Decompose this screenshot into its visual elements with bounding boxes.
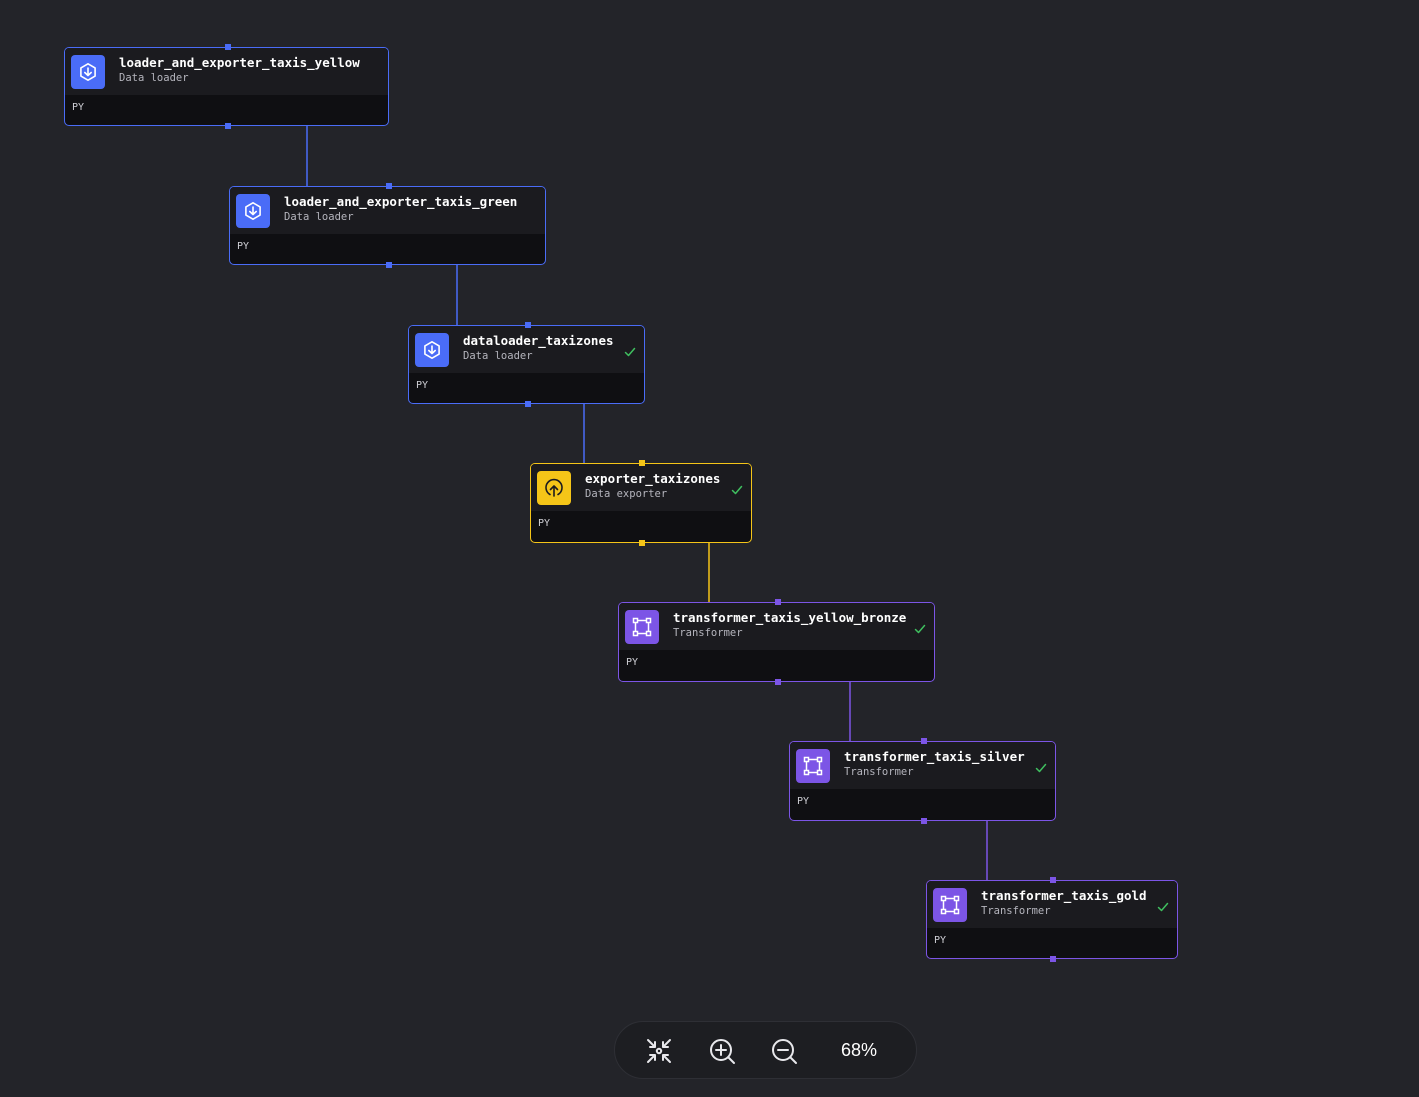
block-language: PY (797, 796, 810, 807)
block-language: PY (72, 102, 85, 113)
zoom-level: 68% (841, 1040, 878, 1060)
upload-icon (537, 471, 571, 505)
block-language: PY (237, 241, 250, 252)
block-title: loader_and_exporter_taxis_yellow (119, 55, 360, 70)
output-port[interactable] (224, 123, 231, 129)
zoom-in-icon (710, 1039, 735, 1064)
input-port[interactable] (224, 44, 231, 50)
block-language: PY (934, 935, 947, 946)
input-port[interactable] (1050, 877, 1056, 883)
success-check-icon (1035, 759, 1047, 773)
block-loader-and-exporter-taxis-yellow[interactable]: loader_and_exporter_taxis_yellow Data lo… (64, 44, 389, 129)
block-title: transformer_taxis_silver (844, 749, 1025, 764)
block-type: Transformer (673, 627, 743, 639)
block-loader-and-exporter-taxis-green[interactable]: loader_and_exporter_taxis_green Data loa… (229, 183, 546, 268)
dependency-edges (306, 126, 988, 880)
success-check-icon (624, 343, 636, 357)
output-port[interactable] (1050, 956, 1056, 962)
zoom-out-icon (772, 1039, 797, 1064)
block-language: PY (626, 657, 639, 668)
output-port[interactable] (920, 818, 927, 824)
block-title: exporter_taxizones (585, 471, 721, 486)
block-title: transformer_taxis_gold (981, 888, 1147, 903)
input-port[interactable] (385, 183, 392, 189)
block-title: transformer_taxis_yellow_bronze (673, 610, 907, 625)
block-transformer-taxis-silver[interactable]: transformer_taxis_silver Transformer PY (789, 738, 1056, 824)
zoom-controls: 68% (614, 1021, 917, 1079)
fit-view-button[interactable] (643, 1035, 675, 1067)
zoom-out-button[interactable] (768, 1035, 800, 1067)
pipeline-canvas[interactable]: loader_and_exporter_taxis_yellow Data lo… (0, 0, 1419, 1097)
block-transformer-taxis-yellow-bronze[interactable]: transformer_taxis_yellow_bronze Transfor… (618, 599, 935, 685)
block-transformer-taxis-gold[interactable]: transformer_taxis_gold Transformer PY (926, 877, 1178, 962)
fit-view-icon (647, 1039, 671, 1063)
block-dataloader-taxizones[interactable]: dataloader_taxizones Data loader PY (408, 322, 645, 407)
download-icon (71, 55, 105, 89)
input-port[interactable] (524, 322, 531, 328)
input-port[interactable] (920, 738, 927, 744)
download-icon (415, 333, 449, 367)
input-port[interactable] (774, 599, 781, 605)
input-port[interactable] (639, 460, 645, 466)
block-exporter-taxizones[interactable]: exporter_taxizones Data exporter PY (530, 460, 752, 546)
block-title: loader_and_exporter_taxis_green (284, 194, 518, 209)
transform-icon (933, 888, 967, 922)
block-type: Data loader (284, 211, 354, 223)
download-icon (236, 194, 270, 228)
zoom-in-button[interactable] (706, 1035, 738, 1067)
block-type: Data loader (463, 350, 533, 362)
block-type: Data exporter (585, 488, 668, 500)
output-port[interactable] (639, 540, 645, 546)
block-language: PY (416, 380, 429, 391)
success-check-icon (1157, 898, 1169, 912)
block-type: Transformer (844, 766, 914, 778)
block-type: Data loader (119, 72, 189, 84)
block-title: dataloader_taxizones (463, 333, 614, 348)
transform-icon (796, 749, 830, 783)
block-language: PY (538, 518, 551, 529)
block-type: Transformer (981, 905, 1051, 917)
transform-icon (625, 610, 659, 644)
output-port[interactable] (385, 262, 392, 268)
output-port[interactable] (524, 401, 531, 407)
success-check-icon (731, 481, 743, 495)
success-check-icon (914, 620, 926, 634)
output-port[interactable] (774, 679, 781, 685)
